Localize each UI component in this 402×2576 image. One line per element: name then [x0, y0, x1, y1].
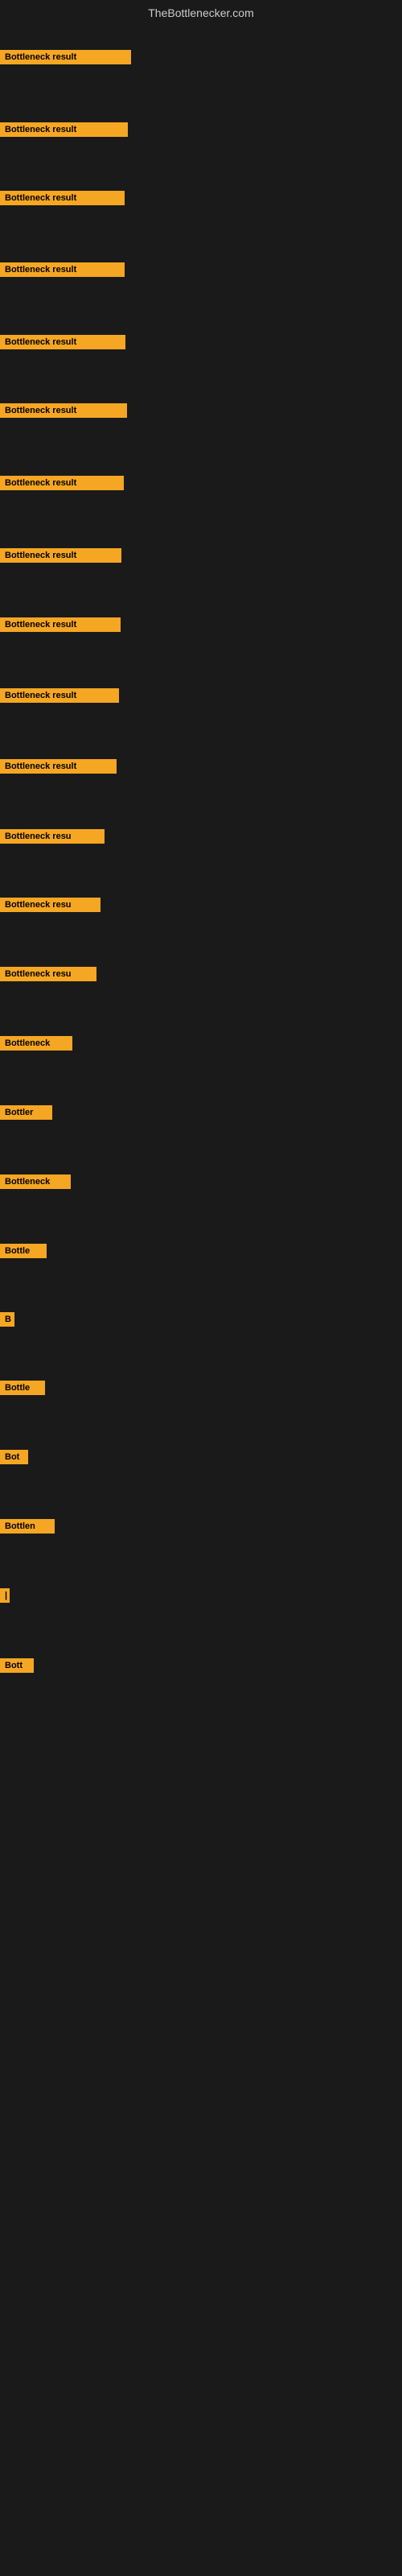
site-title: TheBottlenecker.com	[0, 0, 402, 26]
bottleneck-result-bar-5: Bottleneck result	[0, 335, 125, 349]
bottleneck-result-bar-12: Bottleneck resu	[0, 829, 105, 844]
bottleneck-result-bar-3: Bottleneck result	[0, 191, 125, 205]
bottleneck-result-bar-8: Bottleneck result	[0, 548, 121, 563]
bottleneck-result-bar-18: Bottle	[0, 1244, 47, 1258]
bottleneck-result-bar-1: Bottleneck result	[0, 50, 131, 64]
bottleneck-result-bar-24: Bott	[0, 1658, 34, 1673]
bottleneck-result-bar-21: Bot	[0, 1450, 28, 1464]
bottleneck-result-bar-4: Bottleneck result	[0, 262, 125, 277]
bottleneck-result-bar-13: Bottleneck resu	[0, 898, 100, 912]
bottleneck-result-bar-6: Bottleneck result	[0, 403, 127, 418]
bottleneck-result-bar-22: Bottlen	[0, 1519, 55, 1534]
bottleneck-result-bar-10: Bottleneck result	[0, 688, 119, 703]
bottleneck-result-bar-7: Bottleneck result	[0, 476, 124, 490]
bottleneck-result-bar-11: Bottleneck result	[0, 759, 117, 774]
bottleneck-result-bar-16: Bottler	[0, 1105, 52, 1120]
bottleneck-result-bar-23: |	[0, 1588, 10, 1603]
bottleneck-result-bar-20: Bottle	[0, 1381, 45, 1395]
bottleneck-result-bar-17: Bottleneck	[0, 1174, 71, 1189]
bottleneck-result-bar-19: B	[0, 1312, 14, 1327]
bottleneck-result-bar-9: Bottleneck result	[0, 617, 121, 632]
bottleneck-result-bar-2: Bottleneck result	[0, 122, 128, 137]
bottleneck-result-bar-15: Bottleneck	[0, 1036, 72, 1051]
bottleneck-result-bar-14: Bottleneck resu	[0, 967, 96, 981]
